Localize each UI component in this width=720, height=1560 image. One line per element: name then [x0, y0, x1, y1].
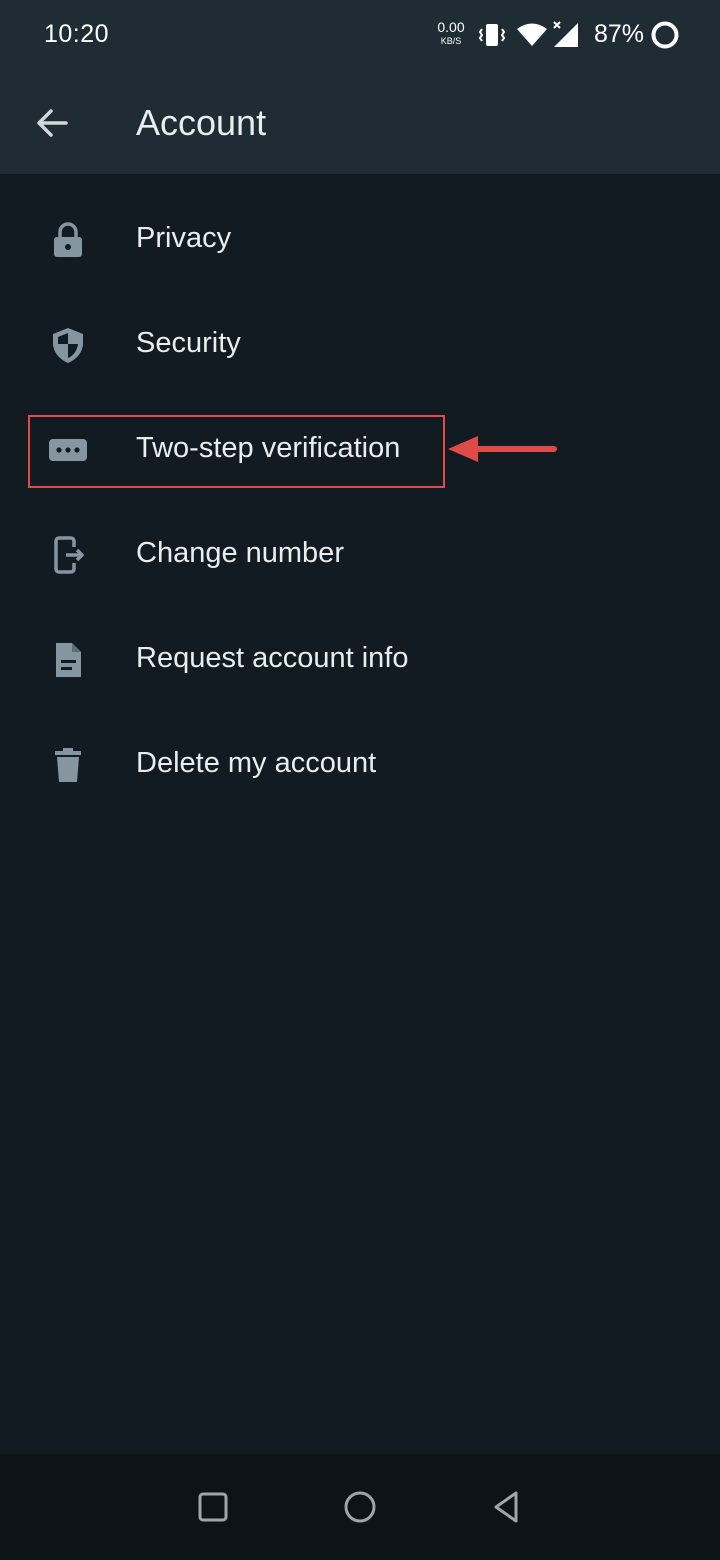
- menu-label-security: Security: [136, 327, 241, 359]
- annotation-highlight-box: [28, 415, 445, 488]
- network-speed-unit: KB/S: [440, 36, 462, 46]
- document-icon: [48, 640, 88, 680]
- vibrate-icon: [478, 22, 506, 53]
- annotation-arrow-icon: [444, 428, 558, 474]
- nav-back-button[interactable]: [482, 1482, 532, 1532]
- menu-label-delete-my-account: Delete my account: [136, 747, 377, 779]
- menu-label-privacy: Privacy: [136, 222, 232, 254]
- back-triangle-icon: [494, 1491, 518, 1523]
- battery-percent: 87%: [594, 20, 645, 48]
- cell-signal-icon: [552, 20, 582, 53]
- status-bar: 10:20 0.00 KB/S 87%: [0, 0, 720, 70]
- page-title: Account: [136, 102, 267, 143]
- status-time: 10:20: [44, 20, 110, 48]
- recents-button[interactable]: [188, 1482, 238, 1532]
- phone-exit-icon: [48, 535, 88, 575]
- network-speed-value: 0.00: [437, 19, 465, 35]
- app-bar: Account: [0, 70, 720, 174]
- home-circle-icon: [344, 1491, 376, 1523]
- battery-ring-icon: [650, 20, 680, 55]
- menu-item-delete-my-account[interactable]: Delete my account: [0, 713, 720, 818]
- network-speed: 0.00 KB/S: [434, 20, 468, 46]
- back-button[interactable]: [28, 98, 78, 148]
- recents-square-icon: [198, 1492, 228, 1522]
- menu-item-request-account-info[interactable]: Request account info: [0, 608, 720, 713]
- system-nav-bar: [0, 1454, 720, 1560]
- wifi-icon: [516, 22, 548, 53]
- menu-item-privacy[interactable]: Privacy: [0, 188, 720, 293]
- home-button[interactable]: [335, 1482, 385, 1532]
- menu-item-security[interactable]: Security: [0, 293, 720, 398]
- shield-icon: [48, 325, 88, 365]
- menu-label-request-account-info: Request account info: [136, 642, 409, 674]
- lock-icon: [48, 220, 88, 260]
- arrow-left-icon: [37, 109, 68, 137]
- trash-icon: [48, 745, 88, 785]
- menu-item-change-number[interactable]: Change number: [0, 503, 720, 608]
- menu-label-change-number: Change number: [136, 537, 344, 569]
